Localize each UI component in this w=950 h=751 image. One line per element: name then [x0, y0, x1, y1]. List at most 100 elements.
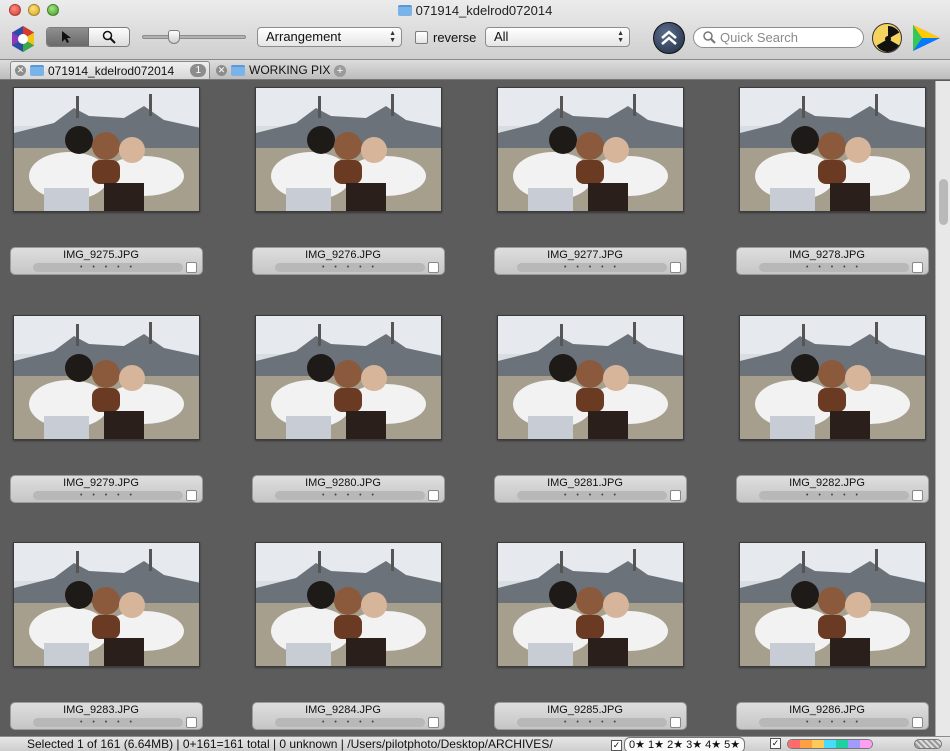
- unlabeled-filter-swatch[interactable]: [914, 739, 942, 749]
- search-icon: [702, 29, 716, 50]
- folder-icon: [30, 65, 44, 76]
- photo-rating[interactable]: • • • • •: [759, 718, 909, 727]
- slider-knob[interactable]: [168, 30, 180, 44]
- photo-thumbnail[interactable]: [497, 542, 684, 667]
- photo-rating[interactable]: • • • • •: [517, 263, 667, 272]
- folder-icon: [231, 64, 245, 76]
- photo-select-checkbox[interactable]: [428, 717, 439, 728]
- window-titlebar: 071914_kdelrod072014 Arrangement ▲ ▼ reve…: [0, 0, 950, 60]
- photo-info-bar: IMG_9278.JPG • • • • •: [736, 247, 929, 275]
- vertical-scrollbar[interactable]: [935, 81, 950, 736]
- photo-select-checkbox[interactable]: [186, 490, 197, 501]
- photo-thumbnail[interactable]: [255, 315, 442, 440]
- photo-thumbnail[interactable]: [497, 87, 684, 212]
- photo-filename: IMG_9281.JPG: [547, 477, 623, 489]
- color-label-swatch[interactable]: [812, 740, 824, 748]
- photo-select-checkbox[interactable]: [912, 262, 923, 273]
- tab-folder-main[interactable]: ✕ 071914_kdelrod072014 1: [10, 61, 210, 79]
- photo-rating[interactable]: • • • • •: [517, 718, 667, 727]
- photo-select-checkbox[interactable]: [912, 717, 923, 728]
- photo-info-bar: IMG_9280.JPG • • • • •: [252, 475, 445, 503]
- reverse-label: reverse: [433, 30, 477, 45]
- plus-icon: +: [334, 65, 346, 77]
- label-filter-checkbox[interactable]: ✓: [770, 738, 781, 749]
- quick-search-field[interactable]: Quick Search: [693, 27, 864, 48]
- photo-thumbnail[interactable]: [255, 87, 442, 212]
- photo-rating[interactable]: • • • • •: [275, 263, 425, 272]
- photo-image: [740, 543, 925, 666]
- app-logo-icon[interactable]: [9, 25, 37, 53]
- photo-filename: IMG_9277.JPG: [547, 249, 623, 261]
- thumbnail-size-slider[interactable]: [142, 30, 246, 44]
- arrow-cursor-icon: [62, 31, 72, 43]
- folder-icon: [397, 5, 412, 16]
- photo-rating[interactable]: • • • • •: [759, 263, 909, 272]
- photo-select-checkbox[interactable]: [428, 490, 439, 501]
- photo-filename: IMG_9286.JPG: [789, 704, 865, 716]
- select-tool-button[interactable]: [47, 28, 89, 46]
- photo-rating[interactable]: • • • • •: [33, 491, 183, 500]
- photo-thumbnail[interactable]: [739, 87, 926, 212]
- zoom-tool-button[interactable]: [89, 28, 130, 46]
- photo-image: [14, 543, 199, 666]
- photo-rating[interactable]: • • • • •: [33, 718, 183, 727]
- photo-rating[interactable]: • • • • •: [275, 491, 425, 500]
- photo-filename: IMG_9275.JPG: [63, 249, 139, 261]
- color-adjust-icon[interactable]: [910, 22, 942, 54]
- color-label-swatch[interactable]: [824, 740, 836, 748]
- status-text: Selected 1 of 161 (6.64MB) | 0+161=161 t…: [27, 737, 553, 751]
- thumbnail-grid: IMG_9275.JPG • • • • • IMG_9276.JPG • • …: [0, 81, 935, 736]
- go-up-button[interactable]: [653, 22, 685, 54]
- photo-image: [14, 316, 199, 439]
- filter-value: All: [494, 29, 509, 44]
- photo-thumbnail[interactable]: [13, 542, 200, 667]
- star-filter-checkbox[interactable]: ✓: [611, 739, 622, 751]
- color-label-swatch[interactable]: [836, 740, 848, 748]
- color-label-filter[interactable]: [787, 739, 873, 749]
- reverse-checkbox[interactable]: [415, 31, 428, 44]
- star-filter-list[interactable]: 0★ 1★ 2★ 3★ 4★ 5★: [624, 737, 746, 751]
- magnifier-icon: [102, 30, 116, 44]
- photo-rating[interactable]: • • • • •: [517, 491, 667, 500]
- arrangement-popup[interactable]: Arrangement ▲ ▼: [257, 27, 402, 47]
- photo-select-checkbox[interactable]: [186, 717, 197, 728]
- add-tab-button[interactable]: +: [334, 62, 346, 80]
- photo-filename: IMG_9279.JPG: [63, 477, 139, 489]
- color-label-swatch[interactable]: [800, 740, 812, 748]
- photo-info-bar: IMG_9276.JPG • • • • •: [252, 247, 445, 275]
- photo-thumbnail[interactable]: [13, 315, 200, 440]
- color-label-swatch[interactable]: [848, 740, 860, 748]
- photo-select-checkbox[interactable]: [670, 490, 681, 501]
- photo-select-checkbox[interactable]: [670, 262, 681, 273]
- photo-select-checkbox[interactable]: [670, 717, 681, 728]
- photo-thumbnail[interactable]: [497, 315, 684, 440]
- window-title-text: 071914_kdelrod072014: [415, 3, 553, 18]
- photo-select-checkbox[interactable]: [186, 262, 197, 273]
- tab-bar: ✕ 071914_kdelrod072014 1 ✕ WORKING PIX +: [0, 60, 950, 80]
- window-title: 071914_kdelrod072014: [0, 3, 950, 18]
- photo-select-checkbox[interactable]: [428, 262, 439, 273]
- photo-rating[interactable]: • • • • •: [33, 263, 183, 272]
- photo-thumbnail[interactable]: [255, 542, 442, 667]
- photo-filename: IMG_9278.JPG: [789, 249, 865, 261]
- slider-track: [142, 35, 246, 39]
- close-tab-icon[interactable]: ✕: [15, 65, 26, 76]
- tab-working-pix[interactable]: ✕ WORKING PIX: [212, 61, 332, 79]
- photo-thumbnail[interactable]: [739, 542, 926, 667]
- photo-info-bar: IMG_9285.JPG • • • • •: [494, 702, 687, 730]
- close-tab-icon[interactable]: ✕: [216, 64, 227, 76]
- photo-rating[interactable]: • • • • •: [275, 718, 425, 727]
- filter-popup[interactable]: All ▲ ▼: [485, 27, 630, 47]
- photo-select-checkbox[interactable]: [912, 490, 923, 501]
- photo-rating[interactable]: • • • • •: [759, 491, 909, 500]
- photo-info-bar: IMG_9283.JPG • • • • •: [10, 702, 203, 730]
- color-label-swatch[interactable]: [860, 740, 872, 748]
- photo-image: [498, 88, 683, 211]
- photo-thumbnail[interactable]: [739, 315, 926, 440]
- color-label-swatch[interactable]: [788, 740, 800, 748]
- scrollbar-thumb[interactable]: [939, 179, 948, 225]
- photo-image: [256, 88, 441, 211]
- burn-radiation-icon[interactable]: [872, 23, 902, 53]
- photo-thumbnail[interactable]: [13, 87, 200, 212]
- reverse-checkbox-row[interactable]: reverse: [415, 30, 476, 45]
